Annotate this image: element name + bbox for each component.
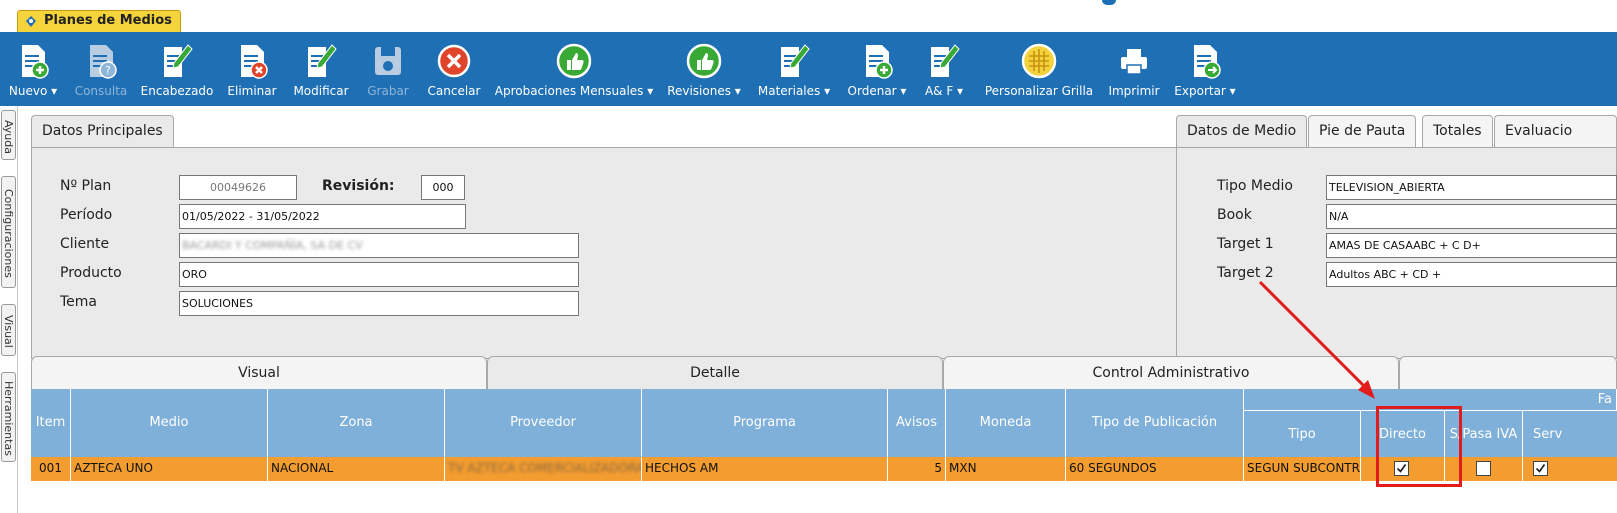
printer-icon xyxy=(1121,49,1147,75)
export-icon xyxy=(1194,45,1221,79)
document-tab-strip: Planes de Medios xyxy=(0,0,1617,34)
revisiones-button[interactable]: Revisiones ▾ xyxy=(662,34,746,106)
aprobaciones-mensuales-button[interactable]: Aprobaciones Mensuales ▾ xyxy=(492,34,656,106)
main-content: Datos Principales Nº Plan 00049626 Revis… xyxy=(22,106,1617,513)
modificar-button[interactable]: Modificar xyxy=(288,34,354,106)
main-toolbar: Nuevo ▾ ? Consulta Encabezado Eliminar M… xyxy=(0,34,1617,106)
ordenar-button[interactable]: Ordenar ▾ xyxy=(842,34,912,106)
document-delete-icon xyxy=(241,45,268,79)
sidebar-tab-ayuda[interactable]: Ayuda xyxy=(1,110,16,160)
thumbs-up-icon xyxy=(556,43,592,79)
document-add-icon xyxy=(866,45,893,79)
document-edit-icon xyxy=(781,44,810,77)
eliminar-button[interactable]: Eliminar xyxy=(224,34,280,106)
sidebar-tab-configuraciones[interactable]: Configuraciones xyxy=(1,176,16,288)
save-icon xyxy=(375,47,401,75)
planes-icon xyxy=(26,16,36,27)
cancelar-button[interactable]: Cancelar xyxy=(422,34,486,106)
document-edit-icon xyxy=(308,44,337,77)
grabar-button[interactable]: Grabar xyxy=(362,34,414,106)
document-edit-icon xyxy=(931,44,960,77)
materiales-button[interactable]: Materiales ▾ xyxy=(752,34,836,106)
nuevo-button[interactable]: Nuevo ▾ xyxy=(4,34,62,106)
logo-fragment xyxy=(1102,0,1116,5)
cancel-icon xyxy=(437,44,471,78)
svg-text:?: ? xyxy=(105,64,111,77)
personalizar-grilla-button[interactable]: Personalizar Grilla xyxy=(976,34,1102,106)
document-add-icon xyxy=(22,45,49,79)
af-button[interactable]: A& F ▾ xyxy=(918,34,970,106)
tab-title: Planes de Medios xyxy=(44,13,172,28)
document-query-icon: ? xyxy=(90,45,117,79)
imprimir-button[interactable]: Imprimir xyxy=(1104,34,1164,106)
thumbs-up-icon xyxy=(686,43,722,79)
encabezado-button[interactable]: Encabezado xyxy=(138,34,216,106)
exportar-button[interactable]: Exportar ▾ xyxy=(1170,34,1240,106)
grid-icon xyxy=(1021,43,1057,79)
annotation-highlight-box xyxy=(1376,406,1462,487)
side-panel-tabs: Ayuda Configuraciones Visual Herramienta… xyxy=(0,106,18,513)
tab-planes-de-medios[interactable]: Planes de Medios xyxy=(17,10,181,33)
document-edit-icon xyxy=(164,44,193,77)
sidebar-tab-visual[interactable]: Visual xyxy=(1,304,16,356)
sidebar-tab-herramientas[interactable]: Herramientas xyxy=(1,372,16,462)
consulta-button[interactable]: ? Consulta xyxy=(70,34,132,106)
